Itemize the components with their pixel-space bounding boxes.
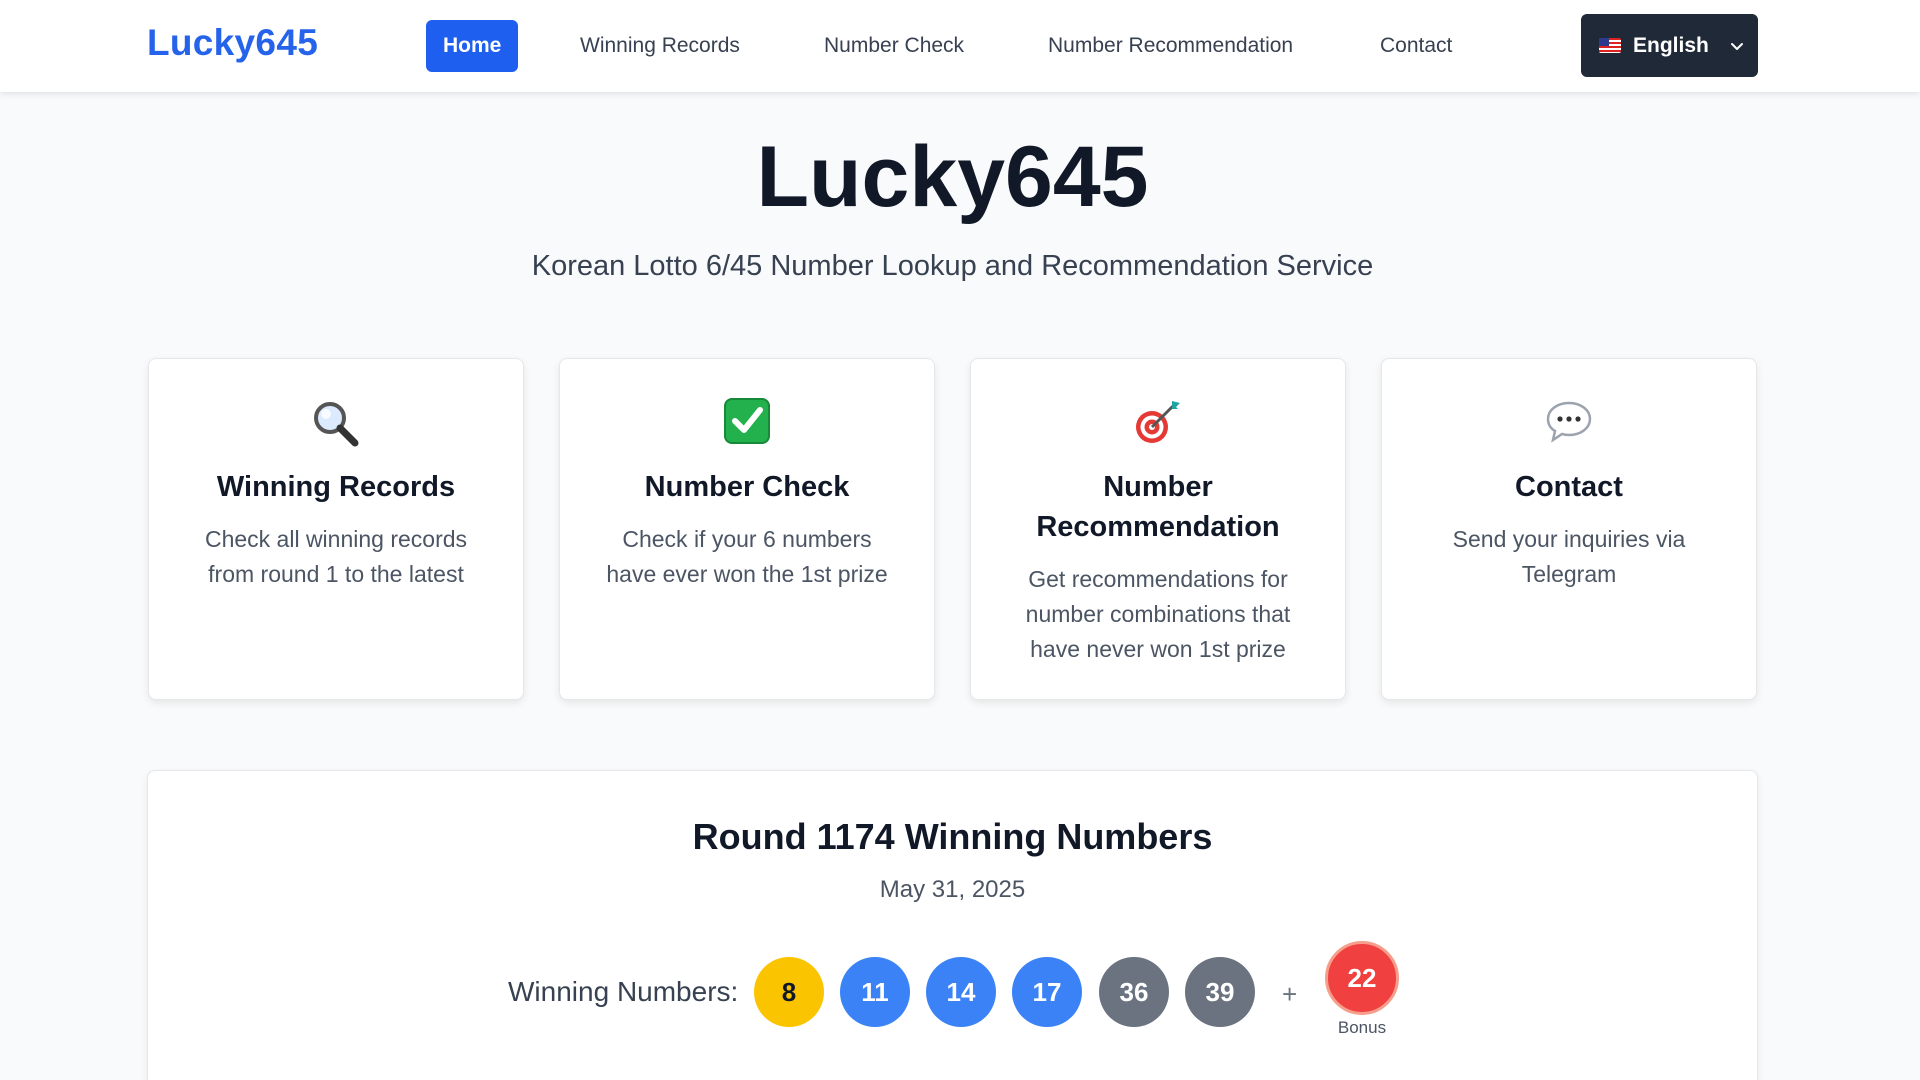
card-title: Contact: [1515, 471, 1623, 503]
card-description: Get recommendations for number combinati…: [1001, 562, 1315, 667]
winning-numbers-label: Winning Numbers:: [508, 976, 739, 1007]
nav-link-home[interactable]: Home: [426, 20, 519, 72]
language-label: English: [1633, 33, 1709, 57]
language-selector[interactable]: English: [1581, 14, 1758, 77]
nav-link-winning-records[interactable]: Winning Records: [563, 20, 757, 72]
card-desc-line: from round 1 to the latest: [208, 561, 464, 587]
plus-sign: +: [1282, 979, 1298, 1009]
chevron-down-icon: [1730, 42, 1743, 50]
card-description: Check all winning records from round 1 t…: [179, 522, 493, 592]
card-number-check[interactable]: Number Check Check if your 6 numbers hav…: [559, 358, 935, 700]
card-title: Winning Records: [216, 471, 456, 503]
number-ball: 11: [840, 957, 910, 1027]
number-ball: 36: [1099, 957, 1169, 1027]
checkmark-icon: [560, 397, 934, 457]
top-navbar: Lucky645 Home Winning Records Number Che…: [0, 0, 1920, 92]
card-title: Number Recommendation: [991, 467, 1325, 547]
card-title-line: Recommendation: [1036, 511, 1280, 543]
nav-link-number-check[interactable]: Number Check: [807, 20, 981, 72]
nav-link-number-recommendation[interactable]: Number Recommendation: [1031, 20, 1310, 72]
card-title: Number Check: [644, 471, 850, 503]
card-desc-line: number combinations that: [1025, 601, 1291, 627]
number-ball: 39: [1185, 957, 1255, 1027]
number-ball: 17: [1012, 957, 1082, 1027]
card-contact[interactable]: Contact Send your inquiries via Telegram: [1381, 358, 1757, 700]
card-title-line: Number: [1103, 471, 1213, 503]
hero-subtitle: Korean Lotto 6/45 Number Lookup and Reco…: [531, 250, 1374, 282]
card-desc-line: Check all winning records: [204, 526, 468, 552]
target-icon: [971, 397, 1345, 457]
round-date: May 31, 2025: [879, 876, 1026, 903]
card-desc-line: have ever won the 1st prize: [606, 561, 888, 587]
site-logo[interactable]: Lucky645: [147, 22, 318, 64]
number-ball: 8: [754, 957, 824, 1027]
number-ball: 14: [926, 957, 996, 1027]
magnifier-icon: [149, 397, 523, 457]
card-desc-line: Check if your 6 numbers: [622, 526, 872, 552]
card-description: Send your inquiries via Telegram: [1412, 522, 1726, 592]
nav-link-contact[interactable]: Contact: [1363, 20, 1469, 72]
round-title: Round 1174 Winning Numbers: [692, 816, 1213, 857]
card-desc-line: Telegram: [1521, 561, 1617, 587]
us-flag-icon: [1599, 38, 1621, 53]
card-description: Check if your 6 numbers have ever won th…: [590, 522, 904, 592]
bonus-ball: 22: [1325, 941, 1399, 1015]
card-desc-line: Get recommendations for: [1028, 566, 1288, 592]
card-winning-records[interactable]: Winning Records Check all winning record…: [148, 358, 524, 700]
hero-title: Lucky645: [756, 129, 1149, 225]
bonus-label: Bonus: [1337, 1018, 1387, 1037]
card-desc-line: Send your inquiries via: [1452, 526, 1686, 552]
card-number-recommendation[interactable]: Number Recommendation Get recommendation…: [970, 358, 1346, 700]
card-desc-line: have never won 1st prize: [1030, 636, 1286, 662]
speech-bubble-icon: [1382, 397, 1756, 457]
